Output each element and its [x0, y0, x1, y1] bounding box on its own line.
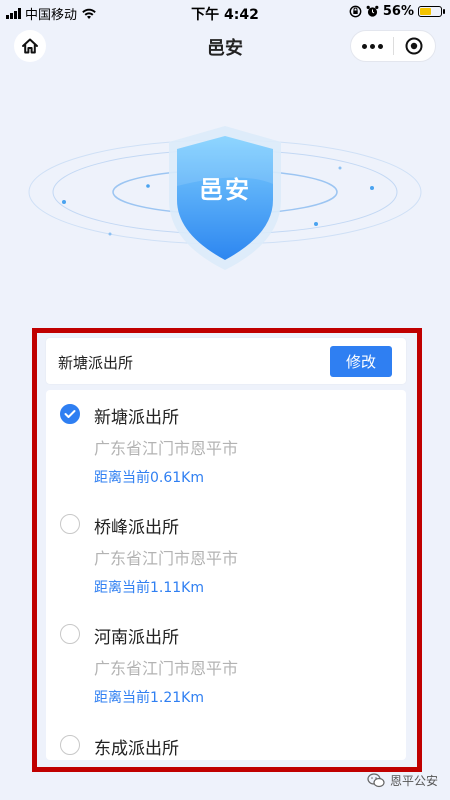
station-address: 广东省江门市恩平市 [94, 549, 239, 568]
battery-icon [418, 6, 445, 17]
station-item-xintang[interactable]: 新塘派出所 广东省江门市恩平市 距离当前0.61Km [46, 390, 406, 500]
radio-unchecked[interactable] [60, 514, 80, 534]
station-name: 新塘派出所 [94, 408, 179, 428]
more-dot-icon [377, 43, 383, 49]
watermark-text: 恩平公安 [389, 774, 438, 788]
wechat-icon [367, 773, 385, 788]
station-name: 河南派出所 [94, 628, 179, 648]
status-bar: 中国移动 下午 4:42 56% [0, 0, 450, 24]
more-dot-icon [361, 43, 367, 49]
edit-button[interactable]: 修改 [330, 346, 392, 377]
close-miniprogram-button[interactable] [394, 36, 435, 56]
station-distance: 距离当前1.11Km [94, 580, 204, 596]
station-item-henan[interactable]: 河南派出所 广东省江门市恩平市 距离当前1.21Km [46, 610, 406, 720]
station-distance: 距离当前1.21Km [94, 690, 204, 706]
station-item-dongcheng[interactable]: 东成派出所 [46, 721, 406, 760]
station-address: 广东省江门市恩平市 [94, 439, 239, 458]
check-icon [64, 410, 76, 418]
battery-percent: 56% [382, 4, 414, 19]
shield-logo-text: 邑安 [199, 176, 251, 204]
radio-checked[interactable] [60, 404, 80, 424]
radio-unchecked[interactable] [60, 624, 80, 644]
station-name: 东成派出所 [94, 739, 179, 759]
target-icon [405, 37, 423, 55]
nav-bar: 邑安 [0, 24, 450, 66]
station-list: 新塘派出所 广东省江门市恩平市 距离当前0.61Km 桥峰派出所 广东省江门市恩… [46, 390, 406, 760]
menu-capsule [350, 30, 436, 62]
selected-station-bar: 新塘派出所 修改 [46, 338, 406, 384]
selected-station-value: 新塘派出所 [58, 354, 134, 372]
watermark: 恩平公安 [367, 772, 438, 789]
alarm-icon [366, 5, 379, 17]
station-distance: 距离当前0.61Km [94, 470, 204, 486]
battery-fill [420, 8, 431, 15]
station-address: 广东省江门市恩平市 [94, 659, 239, 678]
status-right: 56% [349, 4, 445, 19]
hero-banner: 邑安 [0, 110, 450, 290]
more-dot-icon [369, 43, 375, 49]
station-name: 桥峰派出所 [94, 518, 179, 538]
station-item-qiaofeng[interactable]: 桥峰派出所 广东省江门市恩平市 距离当前1.11Km [46, 500, 406, 610]
orientation-lock-icon [349, 5, 362, 18]
radio-unchecked[interactable] [60, 735, 80, 755]
more-button[interactable] [351, 43, 393, 49]
